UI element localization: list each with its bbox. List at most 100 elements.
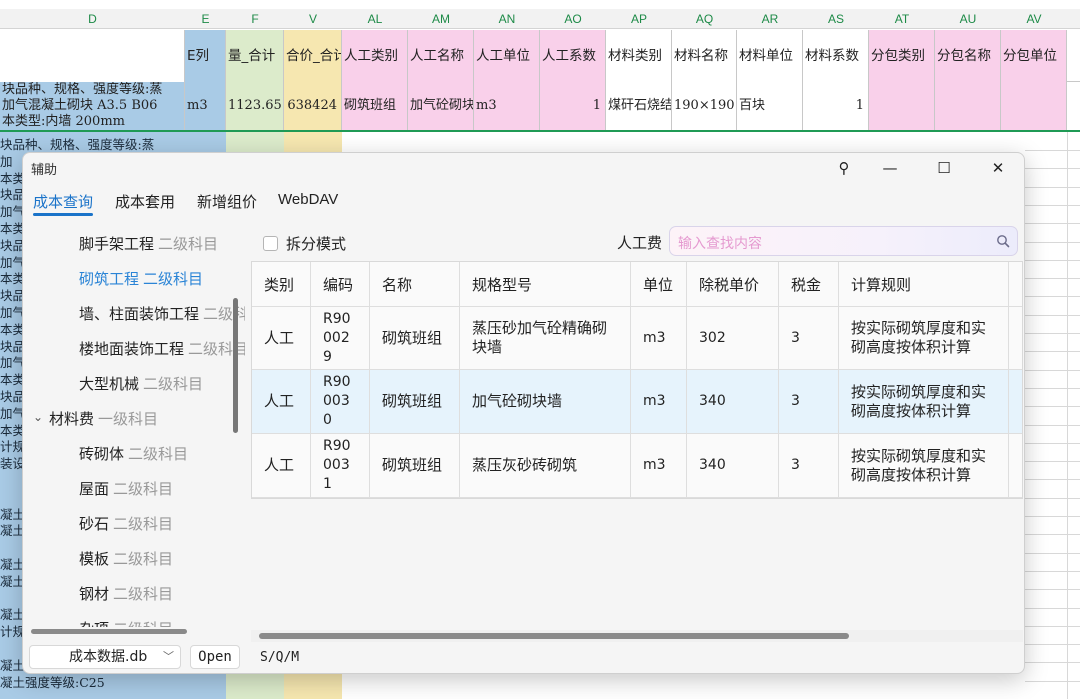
- table-cell[interactable]: 3: [779, 434, 839, 497]
- tree-item[interactable]: 楼地面装饰工程 二级科目: [79, 332, 245, 367]
- header-cell[interactable]: 材料名称: [672, 30, 737, 82]
- header-cell[interactable]: 人工名称: [408, 30, 474, 82]
- header-cell[interactable]: [0, 30, 185, 82]
- column-letter[interactable]: AL: [342, 9, 408, 29]
- header-cell[interactable]: 人工单位: [474, 30, 540, 82]
- data-cell[interactable]: 190×190×: [672, 82, 737, 130]
- column-letter[interactable]: AP: [606, 9, 672, 29]
- header-cell[interactable]: 量_合计: [226, 30, 284, 82]
- tree-item[interactable]: 模板 二级科目: [79, 542, 173, 577]
- data-cell[interactable]: [1001, 82, 1067, 130]
- data-cell[interactable]: 加气砼砌块: [408, 82, 474, 130]
- table-cell[interactable]: 340: [687, 434, 779, 497]
- column-header[interactable]: 税金: [779, 262, 839, 306]
- tree-item[interactable]: 大型机械 二级科目: [79, 367, 203, 402]
- header-cell[interactable]: 分包类别: [869, 30, 935, 82]
- table-row[interactable]: 人工 R900029 砌筑班组 蒸压砂加气砼精确砌块墙 m3 302 3 按实际砌筑厚度和实砌…: [252, 307, 1022, 370]
- tree-item[interactable]: 脚手架工程 二级科目: [79, 227, 218, 262]
- column-letter[interactable]: V: [284, 9, 342, 29]
- minimize-icon[interactable]: —: [875, 156, 905, 180]
- tab-new-pricing[interactable]: 新增组价: [197, 191, 257, 212]
- column-letter[interactable]: AV: [1001, 9, 1067, 29]
- table-cell[interactable]: 人工: [252, 307, 311, 369]
- table-cell[interactable]: 蒸压砂加气砼精确砌块墙: [460, 307, 631, 369]
- tree-item[interactable]: 墙、柱面装饰工程二级科目: [79, 297, 245, 332]
- tree-horizontal-scrollbar[interactable]: [31, 629, 187, 634]
- table-cell[interactable]: 蒸压灰砂砖砌筑: [460, 434, 631, 497]
- table-cell[interactable]: 砌筑班组: [370, 434, 460, 497]
- chevron-down-icon[interactable]: ⌄: [33, 400, 49, 435]
- column-header[interactable]: 单位: [631, 262, 687, 306]
- table-cell[interactable]: 302: [687, 307, 779, 369]
- maximize-icon[interactable]: ☐: [929, 156, 959, 180]
- column-header[interactable]: 名称: [370, 262, 460, 306]
- table-row[interactable]: 人工 R900031 砌筑班组 蒸压灰砂砖砌筑 m3 340 3 按实际砌筑厚度和实砌高度按体…: [252, 434, 1022, 498]
- header-cell[interactable]: 合价_合计: [284, 30, 342, 82]
- column-letter[interactable]: AS: [803, 9, 869, 29]
- table-cell[interactable]: R900031: [311, 434, 370, 497]
- data-cell[interactable]: 煤矸石烧结: [606, 82, 672, 130]
- tree-item[interactable]: 砂石 二级科目: [79, 507, 173, 542]
- header-cell[interactable]: 分包名称: [935, 30, 1001, 82]
- table-cell[interactable]: 加气砼砌块墙: [460, 370, 631, 433]
- tab-cost-query[interactable]: 成本查询: [33, 191, 94, 216]
- table-cell[interactable]: 砌筑班组: [370, 370, 460, 433]
- column-letter[interactable]: AU: [935, 9, 1001, 29]
- column-letter[interactable]: AO: [540, 9, 606, 29]
- data-cell[interactable]: m3: [185, 82, 226, 130]
- tree-item[interactable]: 砌筑工程 二级科目: [79, 262, 203, 297]
- column-header[interactable]: 类别: [252, 262, 311, 306]
- column-letter[interactable]: AR: [737, 9, 803, 29]
- database-select[interactable]: 成本数据.db ﹀: [29, 645, 181, 669]
- table-cell[interactable]: 人工: [252, 370, 311, 433]
- header-cell[interactable]: 人工系数: [540, 30, 606, 82]
- search-input[interactable]: 输入查找内容: [669, 226, 1018, 256]
- table-cell[interactable]: m3: [631, 307, 687, 369]
- tab-webdav[interactable]: WebDAV: [278, 191, 338, 208]
- table-cell[interactable]: m3: [631, 434, 687, 497]
- column-letter[interactable]: AN: [474, 9, 540, 29]
- column-letter[interactable]: AQ: [672, 9, 737, 29]
- table-cell[interactable]: R900030: [311, 370, 370, 433]
- column-header[interactable]: 规格型号: [460, 262, 631, 306]
- close-icon[interactable]: ✕: [983, 156, 1013, 180]
- tree-vertical-scrollbar[interactable]: [233, 298, 238, 433]
- table-cell[interactable]: m3: [631, 370, 687, 433]
- table-horizontal-scrollbar[interactable]: [259, 633, 849, 639]
- header-cell[interactable]: 材料单位: [737, 30, 803, 82]
- column-letter[interactable]: F: [226, 9, 284, 29]
- table-cell[interactable]: 3: [779, 370, 839, 433]
- table-cell[interactable]: 人工: [252, 434, 311, 497]
- pin-icon[interactable]: ⚲: [829, 156, 859, 180]
- header-cell[interactable]: 材料系数: [803, 30, 869, 82]
- dialog-titlebar[interactable]: 辅助 ⚲ — ☐ ✕: [23, 153, 1024, 183]
- data-cell[interactable]: 1123.65: [226, 82, 284, 130]
- column-letter[interactable]: AT: [869, 9, 935, 29]
- tree-item[interactable]: 砖砌体 二级科目: [79, 437, 188, 472]
- table-row[interactable]: 人工 R900030 砌筑班组 加气砼砌块墙 m3 340 3 按实际砌筑厚度和实砌高度按体积…: [252, 370, 1022, 434]
- table-cell[interactable]: 3: [779, 307, 839, 369]
- tree-item[interactable]: 钢材 二级科目: [79, 577, 173, 612]
- table-cell[interactable]: 按实际砌筑厚度和实砌高度按体积计算: [839, 307, 1009, 369]
- header-cell[interactable]: E列: [185, 30, 226, 82]
- open-button[interactable]: Open: [190, 645, 240, 669]
- header-cell[interactable]: 分包单位: [1001, 30, 1067, 82]
- column-header[interactable]: 计算规则: [839, 262, 1009, 306]
- table-cell[interactable]: 按实际砌筑厚度和实砌高度按体积计算: [839, 370, 1009, 433]
- data-cell[interactable]: 638424: [284, 82, 342, 130]
- table-cell[interactable]: 砌筑班组: [370, 307, 460, 369]
- data-cell[interactable]: [935, 82, 1001, 130]
- column-header[interactable]: 除税单价: [687, 262, 779, 306]
- column-header[interactable]: 编码: [311, 262, 370, 306]
- header-cell[interactable]: 人工类别: [342, 30, 408, 82]
- data-cell[interactable]: 块品种、规格、强度等级:蒸 加气混凝土砌块 A3.5 B06 本类型:内墙 200m…: [0, 82, 185, 130]
- column-letter[interactable]: D: [0, 9, 185, 29]
- column-letter[interactable]: E: [185, 9, 226, 29]
- data-cell[interactable]: [869, 82, 935, 130]
- table-cell[interactable]: 340: [687, 370, 779, 433]
- data-cell[interactable]: 百块: [737, 82, 803, 130]
- split-mode-checkbox[interactable]: 拆分模式: [263, 233, 346, 254]
- checkbox-box[interactable]: [263, 236, 278, 251]
- data-cell[interactable]: 砌筑班组: [342, 82, 408, 130]
- data-cell[interactable]: 1: [803, 82, 869, 130]
